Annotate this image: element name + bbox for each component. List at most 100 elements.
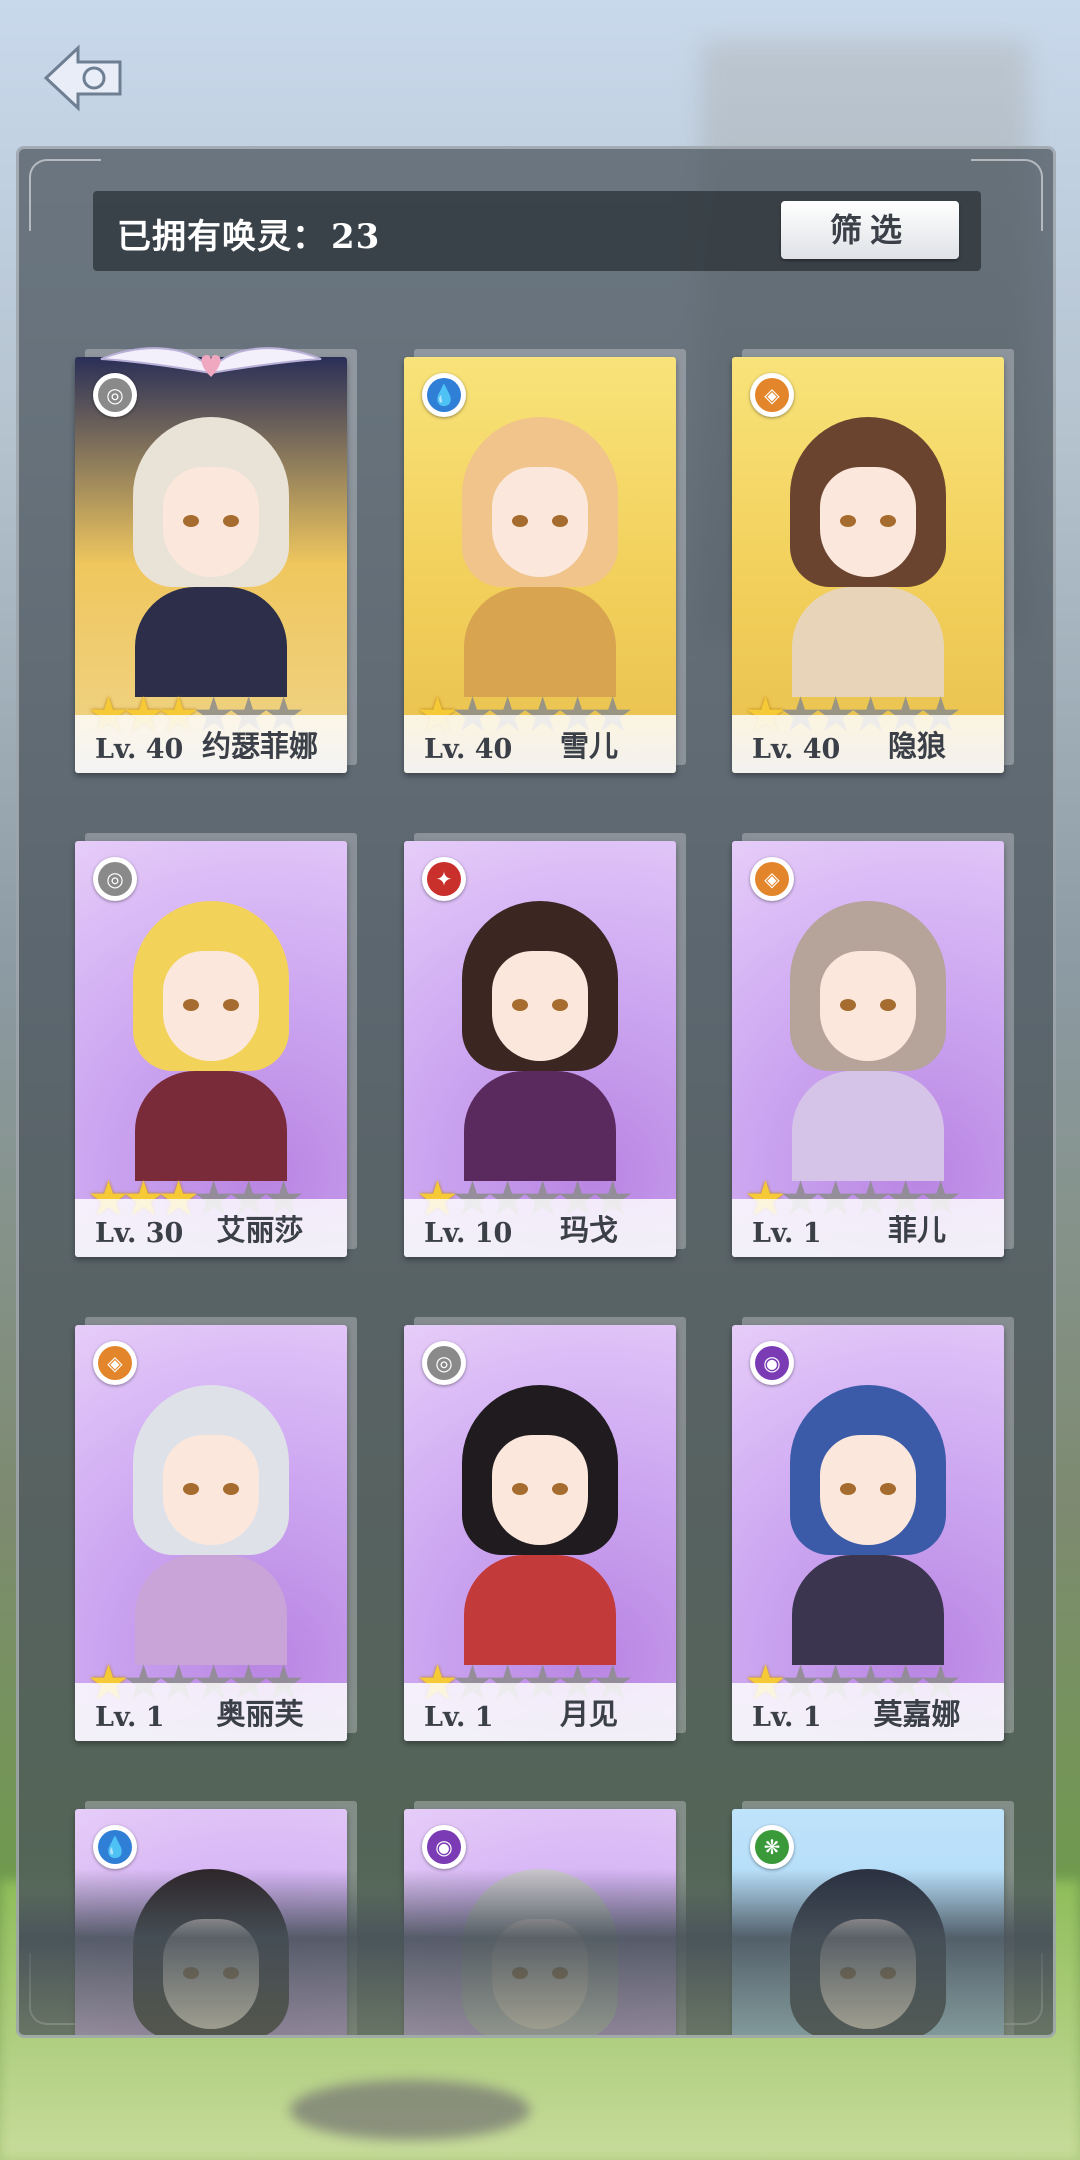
- card-info-bar: Lv. 1 莫嘉娜: [732, 1683, 1004, 1741]
- character-portrait: [105, 1365, 317, 1665]
- portrait-eye: [183, 999, 199, 1011]
- character-card[interactable]: ✦★★★★★★Lv. 10玛戈: [404, 833, 686, 1257]
- character-card[interactable]: ◎★★★★★★Lv. 30艾丽莎: [75, 833, 357, 1257]
- character-card[interactable]: ◈★★★★★★Lv. 1奥丽芙: [75, 1317, 357, 1741]
- element-glyph: ◎: [98, 378, 132, 412]
- card-info-bar: Lv. 40 雪儿: [404, 715, 676, 773]
- card-info-bar: Lv. 1 菲儿: [732, 1199, 1004, 1257]
- element-glyph: ◈: [755, 862, 789, 896]
- portrait-outfit: [792, 1555, 944, 1665]
- water-icon: 💧: [422, 373, 466, 417]
- card-name: 月见: [559, 1697, 618, 1731]
- character-portrait: [434, 881, 646, 1181]
- card-face: ◎★★★★★★Lv. 1月见: [404, 1325, 676, 1741]
- element-glyph: 💧: [427, 378, 461, 412]
- character-portrait: [762, 1365, 974, 1665]
- character-card[interactable]: ◈★★★★★★Lv. 40隐狼: [732, 349, 1014, 773]
- portrait-outfit: [464, 1555, 616, 1665]
- card-face: ◈★★★★★★Lv. 1奥丽芙: [75, 1325, 347, 1741]
- card-level: Lv. 40: [752, 734, 841, 765]
- element-glyph: ◉: [427, 1830, 461, 1864]
- portrait-face: [820, 1435, 916, 1545]
- portrait-face: [163, 1435, 259, 1545]
- character-card[interactable]: ◎★★★★★★Lv. 1月见: [404, 1317, 686, 1741]
- character-card[interactable]: 💧★★★★★★Lv. 40雪儿: [404, 349, 686, 773]
- portrait-face: [492, 951, 588, 1061]
- character-portrait: [434, 397, 646, 697]
- card-name: 雪儿: [559, 729, 618, 763]
- portrait-eye: [512, 515, 528, 527]
- card-name: 莫嘉娜: [873, 1697, 961, 1731]
- card-level: Lv. 30: [95, 1218, 184, 1249]
- character-portrait: [105, 397, 317, 697]
- portrait-eye: [223, 1483, 239, 1495]
- character-portrait: [762, 881, 974, 1181]
- card-name: 奥丽芙: [216, 1697, 304, 1731]
- back-button[interactable]: [38, 38, 128, 118]
- card-name: 玛戈: [559, 1213, 618, 1247]
- card-info-bar: Lv. 1 月见: [404, 1683, 676, 1741]
- portrait-eye: [512, 999, 528, 1011]
- portrait-face: [492, 1435, 588, 1545]
- card-face: ◎★★★★★★Lv. 40约瑟菲娜: [75, 357, 347, 773]
- character-portrait: [105, 881, 317, 1181]
- card-face: ◈★★★★★★Lv. 40隐狼: [732, 357, 1004, 773]
- card-level: Lv. 10: [424, 1218, 513, 1249]
- card-level: Lv. 40: [424, 734, 513, 765]
- portrait-outfit: [135, 1555, 287, 1665]
- card-info-bar: Lv. 10 玛戈: [404, 1199, 676, 1257]
- portrait-eye: [552, 1483, 568, 1495]
- portrait-face: [492, 467, 588, 577]
- card-level: Lv. 1: [95, 1702, 165, 1733]
- portrait-face: [820, 951, 916, 1061]
- character-card[interactable]: ◉★★★★★★Lv. 1莫嘉娜: [732, 1317, 1014, 1741]
- portrait-eye: [840, 1483, 856, 1495]
- portrait-eye: [552, 515, 568, 527]
- background-rock: [290, 2080, 530, 2140]
- card-name: 约瑟菲娜: [201, 729, 318, 763]
- portrait-eye: [880, 999, 896, 1011]
- portrait-eye: [880, 515, 896, 527]
- portrait-eye: [840, 515, 856, 527]
- dark-icon: ◉: [750, 1341, 794, 1385]
- portrait-outfit: [792, 587, 944, 697]
- card-level: Lv. 1: [424, 1702, 494, 1733]
- portrait-eye: [880, 1483, 896, 1495]
- winged-frame-ornament: [95, 339, 327, 383]
- card-info-bar: Lv. 1 奥丽芙: [75, 1683, 347, 1741]
- list-bottom-fade: [19, 1869, 1053, 2035]
- neutral-icon: ◎: [93, 857, 137, 901]
- character-portrait: [434, 1365, 646, 1665]
- card-level: Lv. 1: [752, 1218, 822, 1249]
- element-glyph: ◎: [427, 1346, 461, 1380]
- portrait-eye: [840, 999, 856, 1011]
- card-face: ✦★★★★★★Lv. 10玛戈: [404, 841, 676, 1257]
- portrait-outfit: [135, 587, 287, 697]
- earth-icon: ◈: [750, 373, 794, 417]
- element-glyph: ◈: [98, 1346, 132, 1380]
- card-face: ◎★★★★★★Lv. 30艾丽莎: [75, 841, 347, 1257]
- card-info-bar: Lv. 30 艾丽莎: [75, 1199, 347, 1257]
- portrait-eye: [512, 1483, 528, 1495]
- portrait-outfit: [135, 1071, 287, 1181]
- character-grid: ◎★★★★★★Lv. 40约瑟菲娜💧★★★★★★Lv. 40雪儿◈★★★★★★L…: [19, 149, 1053, 2035]
- water-icon: 💧: [93, 1825, 137, 1869]
- portrait-face: [163, 951, 259, 1061]
- card-face: ◉★★★★★★Lv. 1莫嘉娜: [732, 1325, 1004, 1741]
- portrait-outfit: [464, 587, 616, 697]
- character-card[interactable]: ◈★★★★★★Lv. 1菲儿: [732, 833, 1014, 1257]
- card-face: 💧★★★★★★Lv. 40雪儿: [404, 357, 676, 773]
- portrait-eye: [223, 999, 239, 1011]
- card-level: Lv. 40: [95, 734, 184, 765]
- character-card[interactable]: ◎★★★★★★Lv. 40约瑟菲娜: [75, 347, 357, 773]
- card-level: Lv. 1: [752, 1702, 822, 1733]
- portrait-eye: [223, 515, 239, 527]
- element-glyph: ✦: [427, 862, 461, 896]
- dark-icon: ◉: [422, 1825, 466, 1869]
- portrait-outfit: [792, 1071, 944, 1181]
- back-arrow-icon: [43, 44, 122, 112]
- card-info-bar: Lv. 40 隐狼: [732, 715, 1004, 773]
- card-name: 菲儿: [887, 1213, 946, 1247]
- card-name: 隐狼: [887, 729, 946, 763]
- element-glyph: ❋: [755, 1830, 789, 1864]
